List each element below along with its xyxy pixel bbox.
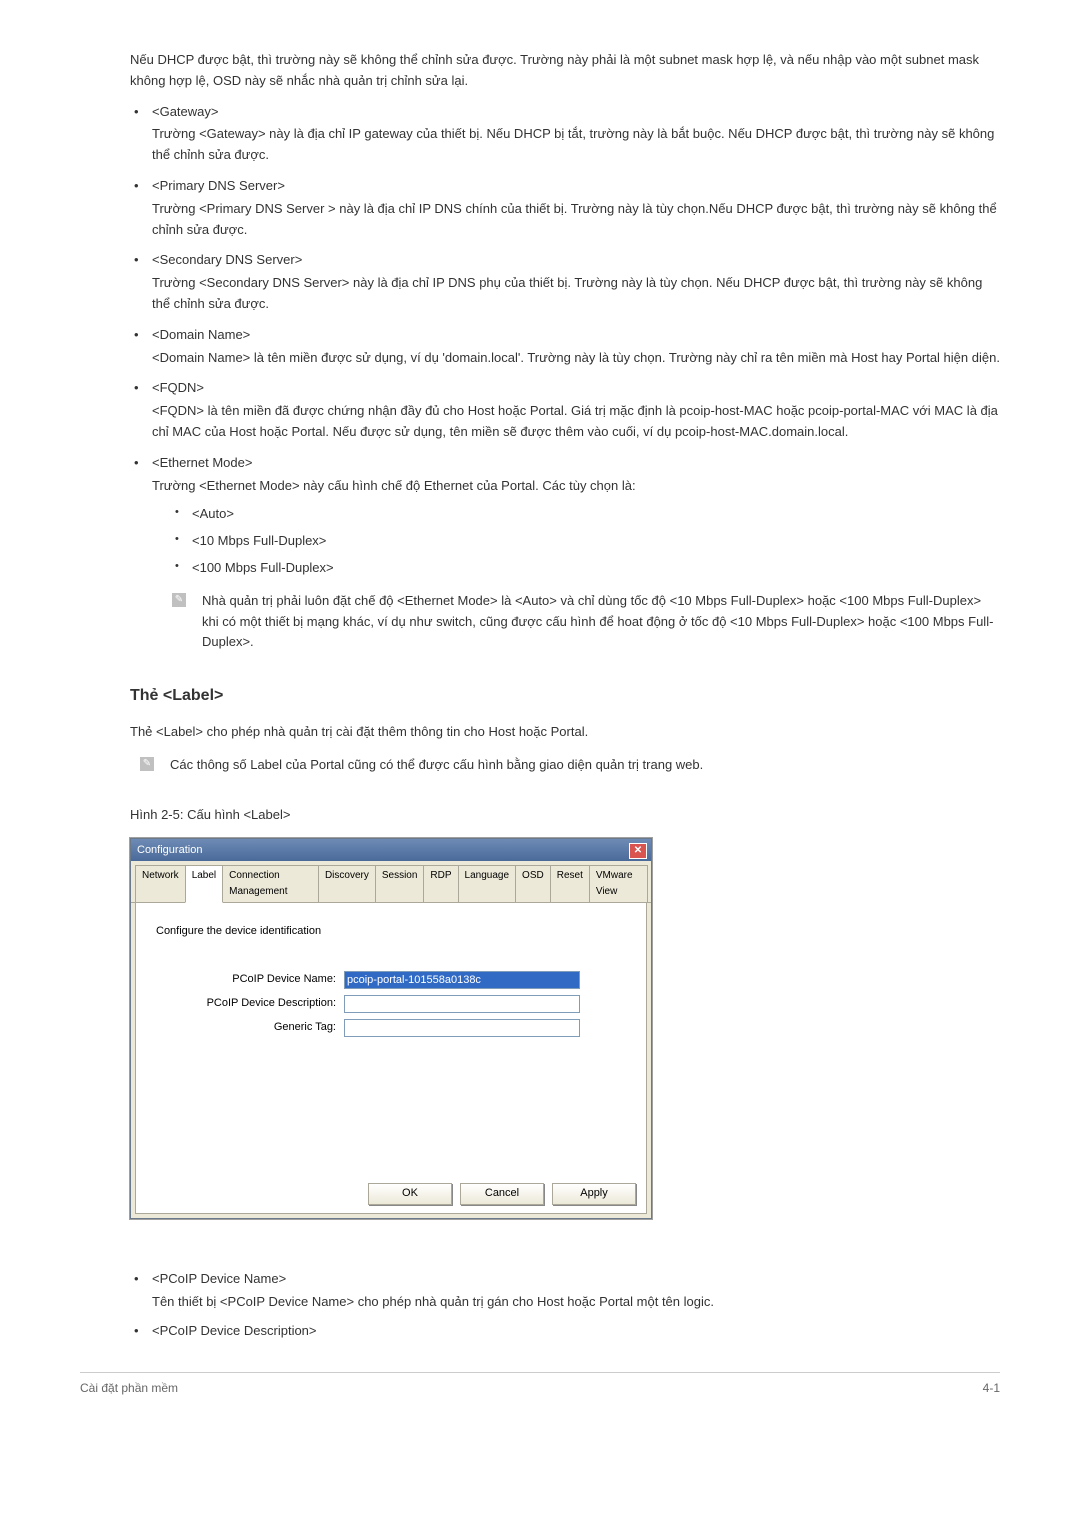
ok-button[interactable]: OK bbox=[368, 1183, 452, 1205]
item-title: <PCoIP Device Name> bbox=[152, 1269, 1000, 1290]
tab-panel: Configure the device identification PCoI… bbox=[135, 903, 647, 1214]
item-title: <Domain Name> bbox=[152, 325, 1000, 346]
item-title: <FQDN> bbox=[152, 378, 1000, 399]
item-desc: <Domain Name> là tên miền được sử dụng, … bbox=[152, 348, 1000, 369]
item-title: <Ethernet Mode> bbox=[152, 453, 1000, 474]
footer-left: Cài đặt phần mềm bbox=[80, 1379, 178, 1398]
device-name-input[interactable]: pcoip-portal-101558a0138c bbox=[344, 971, 580, 989]
item-desc: Tên thiết bị <PCoIP Device Name> cho phé… bbox=[152, 1292, 1000, 1313]
item-title: <PCoIP Device Description> bbox=[152, 1321, 1000, 1342]
dialog-buttons: OK Cancel Apply bbox=[368, 1183, 636, 1205]
tab-language[interactable]: Language bbox=[458, 865, 517, 902]
field-label-device-name: PCoIP Device Name: bbox=[156, 971, 344, 989]
note-icon: ✎ bbox=[172, 593, 186, 607]
item-desc: Trường <Secondary DNS Server> này là địa… bbox=[152, 273, 1000, 315]
tab-osd[interactable]: OSD bbox=[515, 865, 551, 902]
ethernet-options: <Auto> <10 Mbps Full-Duplex> <100 Mbps F… bbox=[152, 504, 1000, 578]
item-desc: Trường <Primary DNS Server > này là địa … bbox=[152, 199, 1000, 241]
panel-heading: Configure the device identification bbox=[156, 923, 626, 941]
page-footer: Cài đặt phần mềm 4-1 bbox=[80, 1372, 1000, 1398]
section-heading-label: Thẻ <Label> bbox=[130, 683, 1000, 709]
note-text: Nhà quản trị phải luôn đặt chế độ <Ether… bbox=[202, 593, 993, 650]
note-icon: ✎ bbox=[140, 757, 154, 771]
note-text: Các thông số Label của Portal cũng có th… bbox=[170, 757, 703, 772]
item-title: <Gateway> bbox=[152, 102, 1000, 123]
tab-connection-management[interactable]: Connection Management bbox=[222, 865, 319, 902]
footer-right: 4-1 bbox=[983, 1379, 1000, 1398]
tab-session[interactable]: Session bbox=[375, 865, 425, 902]
configuration-dialog: Configuration ✕ Network Label Connection… bbox=[130, 838, 652, 1219]
item-title: <Primary DNS Server> bbox=[152, 176, 1000, 197]
field-label-device-description: PCoIP Device Description: bbox=[156, 995, 344, 1013]
item-desc: Trường <Gateway> này là địa chỉ IP gatew… bbox=[152, 124, 1000, 166]
dialog-titlebar: Configuration ✕ bbox=[131, 839, 651, 861]
tab-row: Network Label Connection Management Disc… bbox=[131, 861, 651, 903]
field-label-generic-tag: Generic Tag: bbox=[156, 1019, 344, 1037]
item-title: <Secondary DNS Server> bbox=[152, 250, 1000, 271]
definition-list: <Gateway> Trường <Gateway> này là địa ch… bbox=[130, 102, 1000, 654]
tab-label[interactable]: Label bbox=[185, 865, 223, 903]
close-icon[interactable]: ✕ bbox=[629, 843, 647, 859]
bottom-definition-list: <PCoIP Device Name> Tên thiết bị <PCoIP … bbox=[130, 1269, 1000, 1341]
tab-vmware-view[interactable]: VMware View bbox=[589, 865, 648, 902]
ethernet-option: <100 Mbps Full-Duplex> bbox=[172, 558, 1000, 579]
tab-network[interactable]: Network bbox=[135, 865, 186, 902]
ethernet-option: <10 Mbps Full-Duplex> bbox=[172, 531, 1000, 552]
item-desc: <FQDN> là tên miền đã được chứng nhận đầ… bbox=[152, 401, 1000, 443]
cancel-button[interactable]: Cancel bbox=[460, 1183, 544, 1205]
section-intro: Thẻ <Label> cho phép nhà quản trị cài đặ… bbox=[130, 722, 1000, 743]
generic-tag-input[interactable] bbox=[344, 1019, 580, 1037]
dialog-title: Configuration bbox=[137, 842, 202, 860]
apply-button[interactable]: Apply bbox=[552, 1183, 636, 1205]
label-note: ✎ Các thông số Label của Portal cũng có … bbox=[130, 755, 1000, 776]
item-desc: Trường <Ethernet Mode> này cấu hình chế … bbox=[152, 476, 1000, 497]
device-description-input[interactable] bbox=[344, 995, 580, 1013]
tab-discovery[interactable]: Discovery bbox=[318, 865, 376, 902]
figure-caption: Hình 2-5: Cấu hình <Label> bbox=[130, 805, 1000, 826]
tab-rdp[interactable]: RDP bbox=[423, 865, 458, 902]
ethernet-note: ✎ Nhà quản trị phải luôn đặt chế độ <Eth… bbox=[172, 591, 1000, 653]
intro-paragraph: Nếu DHCP được bật, thì trường này sẽ khô… bbox=[130, 50, 1000, 92]
ethernet-option: <Auto> bbox=[172, 504, 1000, 525]
tab-reset[interactable]: Reset bbox=[550, 865, 590, 902]
